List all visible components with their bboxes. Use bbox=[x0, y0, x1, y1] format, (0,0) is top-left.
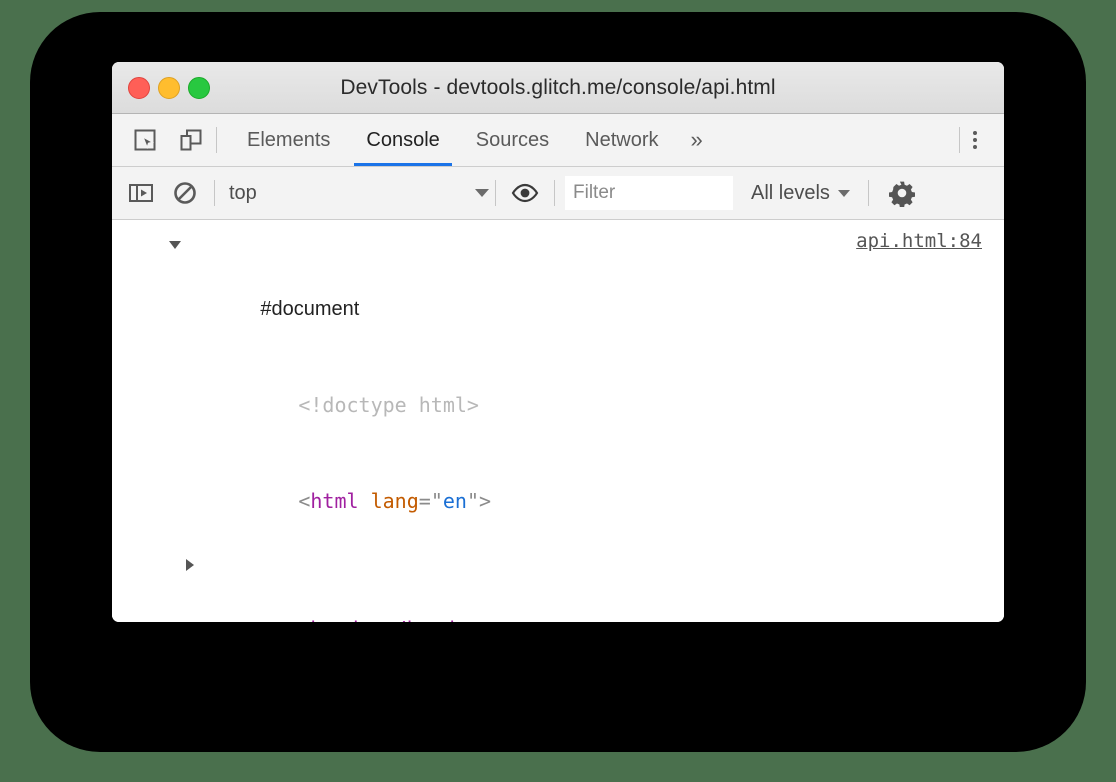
clear-console-icon[interactable] bbox=[170, 178, 200, 208]
chevron-down-icon bbox=[475, 189, 489, 197]
more-tabs-chevron-icon[interactable]: » bbox=[677, 114, 717, 166]
tag-bracket-open: < bbox=[298, 489, 311, 513]
log-level-label: All levels bbox=[751, 181, 830, 204]
head-close-tag: </head> bbox=[383, 617, 467, 622]
execution-context-label: top bbox=[229, 181, 257, 204]
attribute-name-lang: lang bbox=[370, 489, 419, 513]
devtools-window: DevTools - devtools.glitch.me/console/ap… bbox=[112, 62, 1004, 622]
doctype-text: <!doctype html> bbox=[298, 393, 479, 417]
dom-line-doctype: <!doctype html> bbox=[112, 357, 1004, 453]
tab-bar-left-icons bbox=[112, 114, 216, 166]
head-open-tag: <head> bbox=[298, 617, 370, 622]
attribute-value-en: en bbox=[442, 489, 467, 513]
log-level-selector[interactable]: All levels bbox=[739, 182, 868, 205]
window-title: DevTools - devtools.glitch.me/console/ap… bbox=[340, 75, 776, 99]
toolbar-divider-3 bbox=[554, 180, 555, 206]
attribute-quote-close: " bbox=[466, 489, 479, 513]
title-bar: DevTools - devtools.glitch.me/console/ap… bbox=[112, 62, 1004, 114]
tab-network[interactable]: Network bbox=[567, 114, 676, 166]
head-ellipsis: … bbox=[371, 617, 383, 622]
disclosure-triangle-collapsed-icon[interactable] bbox=[186, 559, 194, 571]
chevron-down-icon bbox=[837, 189, 850, 197]
tag-bracket-close: > bbox=[479, 489, 492, 513]
tab-console[interactable]: Console bbox=[348, 114, 457, 166]
tab-bar-right-icons bbox=[960, 114, 1004, 166]
console-message-list: api.html:84 #document <!doctype html> <h… bbox=[112, 220, 1004, 622]
tab-bar-divider bbox=[216, 127, 217, 153]
toolbar-divider-4 bbox=[867, 180, 869, 206]
console-sidebar-icon[interactable] bbox=[126, 178, 156, 208]
console-body: api.html:84 #document <!doctype html> <h… bbox=[112, 220, 1004, 622]
attribute-equals: = bbox=[418, 489, 431, 513]
execution-context-selector[interactable]: top bbox=[215, 167, 495, 219]
document-node-label: #document bbox=[260, 298, 360, 320]
devtools-tab-bar: Elements Console Sources Network » bbox=[112, 114, 1004, 167]
dom-line-document[interactable]: #document bbox=[112, 228, 1004, 357]
filter-input[interactable] bbox=[565, 176, 733, 210]
console-toolbar: top All levels bbox=[112, 167, 1004, 220]
attribute-quote-open: " bbox=[430, 489, 443, 513]
dom-line-html-open[interactable]: <html lang="en"> bbox=[112, 453, 1004, 549]
create-live-expression-icon[interactable] bbox=[510, 178, 540, 208]
tag-name-html: html bbox=[310, 489, 359, 513]
toolbar-divider-2 bbox=[495, 180, 496, 206]
tab-bar-spacer bbox=[717, 114, 959, 166]
dom-line-head[interactable]: <head>…</head> bbox=[112, 549, 1004, 622]
more-vertical-icon[interactable] bbox=[960, 125, 990, 155]
disclosure-triangle-expanded-icon[interactable] bbox=[169, 241, 181, 249]
inspect-element-icon[interactable] bbox=[130, 125, 160, 155]
device-toolbar-icon[interactable] bbox=[176, 125, 206, 155]
tab-sources[interactable]: Sources bbox=[458, 114, 567, 166]
tag-space bbox=[359, 489, 371, 513]
gear-icon[interactable] bbox=[887, 178, 917, 208]
tab-elements[interactable]: Elements bbox=[229, 114, 348, 166]
panel-tabs: Elements Console Sources Network » bbox=[229, 114, 959, 166]
